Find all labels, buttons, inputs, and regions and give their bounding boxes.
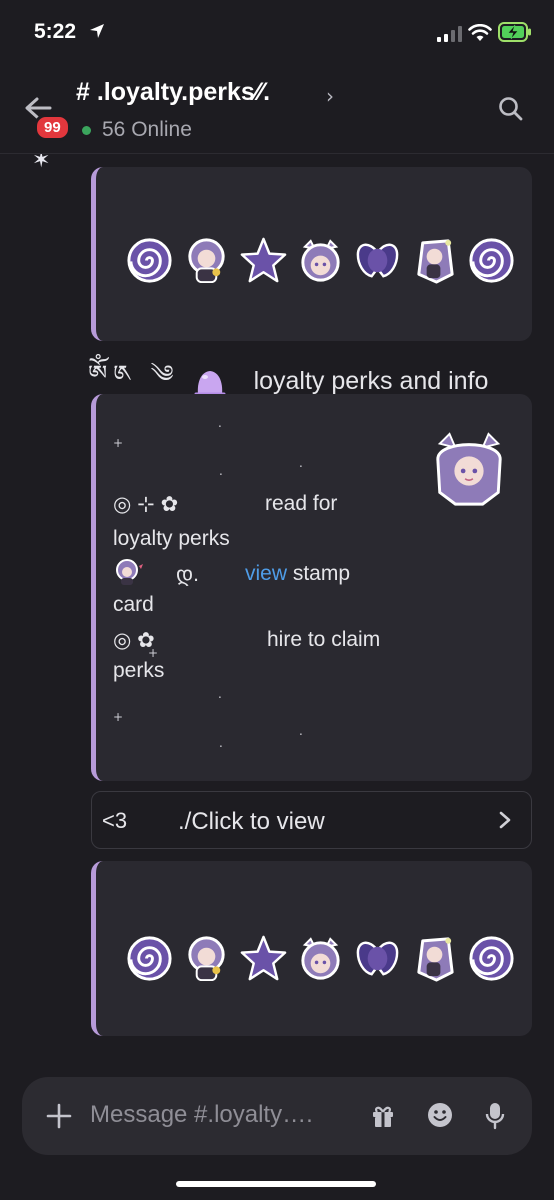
- message-input[interactable]: [90, 1101, 338, 1129]
- spiral-icon: [469, 238, 514, 283]
- chibi-girl-icon: [188, 936, 225, 982]
- sticker-embed-top: [91, 167, 532, 341]
- chibi-girl-icon: [188, 238, 225, 284]
- location-arrow-icon: [90, 24, 104, 38]
- status-bar: 5:22: [0, 0, 554, 66]
- cellular-signal-icon: [437, 26, 462, 42]
- wifi-icon: [468, 24, 492, 41]
- sparkle-dot: .: [218, 687, 222, 701]
- sparkle-dot: .: [218, 416, 222, 430]
- sticker-embed-bottom: [91, 861, 532, 1036]
- line5-text: hire to claim: [267, 628, 381, 651]
- spiral-icon: [127, 238, 172, 283]
- plus-icon[interactable]: [46, 1103, 72, 1129]
- view-button-label: ./Click to view: [178, 808, 325, 835]
- click-to-view-button[interactable]: <3 ./Click to view: [91, 791, 532, 849]
- view-stamp-card-link[interactable]: view stamp: [245, 562, 350, 586]
- message-composer: [22, 1077, 532, 1155]
- chibi-small-icon: [116, 559, 143, 585]
- line4-text: card: [113, 593, 154, 616]
- chibi-thumbnail-icon: [436, 432, 502, 506]
- bow-icon: [356, 243, 399, 278]
- sparkle-plus: +: [113, 436, 124, 450]
- spiral-icon: [127, 936, 172, 981]
- status-time: 5:22: [34, 20, 77, 43]
- sparkle-dot: .: [299, 456, 303, 470]
- view-link[interactable]: view: [245, 562, 287, 585]
- spiral-icon: [469, 936, 514, 981]
- info-heading-text: loyalty perks and info: [253, 367, 489, 395]
- channel-title[interactable]: # .loyalty.perks⁄⁄.: [76, 78, 270, 107]
- purple-jelly-icon: [194, 370, 226, 395]
- microphone-icon[interactable]: [484, 1101, 506, 1131]
- sparkle-dot: .: [219, 464, 223, 478]
- sparkle-dot: .: [299, 724, 303, 738]
- line2-text: loyalty perks: [113, 527, 230, 550]
- loyalty-info-embed: . + . . ◎ ⊹ ✿ read for loyalty perks დ. …: [91, 394, 532, 781]
- sticker-row: [124, 933, 517, 984]
- chevron-right-icon: [499, 811, 511, 829]
- chibi-face-icon: [301, 937, 340, 980]
- search-icon[interactable]: [498, 96, 524, 122]
- star-icon: [240, 935, 287, 981]
- line1-prefix: ◎ ⊹ ✿: [113, 493, 179, 516]
- battery-charging-icon: [498, 22, 531, 42]
- sticker-row: [124, 235, 517, 286]
- line3-rest: stamp: [287, 562, 351, 585]
- unread-badge: 99: [34, 114, 71, 141]
- channel-header: 99 # .loyalty.perks⁄⁄. › 56 Online: [0, 66, 554, 154]
- sparkle-plus: +: [148, 646, 159, 660]
- line6-text: perks: [113, 659, 165, 682]
- sparkle-dot: .: [219, 736, 223, 750]
- sparkle-plus: +: [113, 710, 124, 724]
- online-count: 56 Online: [102, 118, 192, 141]
- view-button-prefix: <3: [102, 808, 128, 833]
- home-indicator: [176, 1181, 376, 1187]
- line3-prefix: დ.: [176, 563, 200, 586]
- chibi-girl-pose-icon: [417, 937, 454, 982]
- gift-icon[interactable]: [370, 1103, 396, 1129]
- line1-text: read for: [265, 492, 338, 515]
- chibi-girl-pose-icon: [417, 239, 454, 284]
- chibi-face-icon: [301, 239, 340, 282]
- star-icon: [240, 237, 287, 283]
- chevron-right-icon[interactable]: ›: [326, 84, 334, 108]
- bow-icon: [356, 941, 399, 976]
- online-status-dot: [82, 126, 91, 135]
- emoji-icon[interactable]: [426, 1101, 454, 1129]
